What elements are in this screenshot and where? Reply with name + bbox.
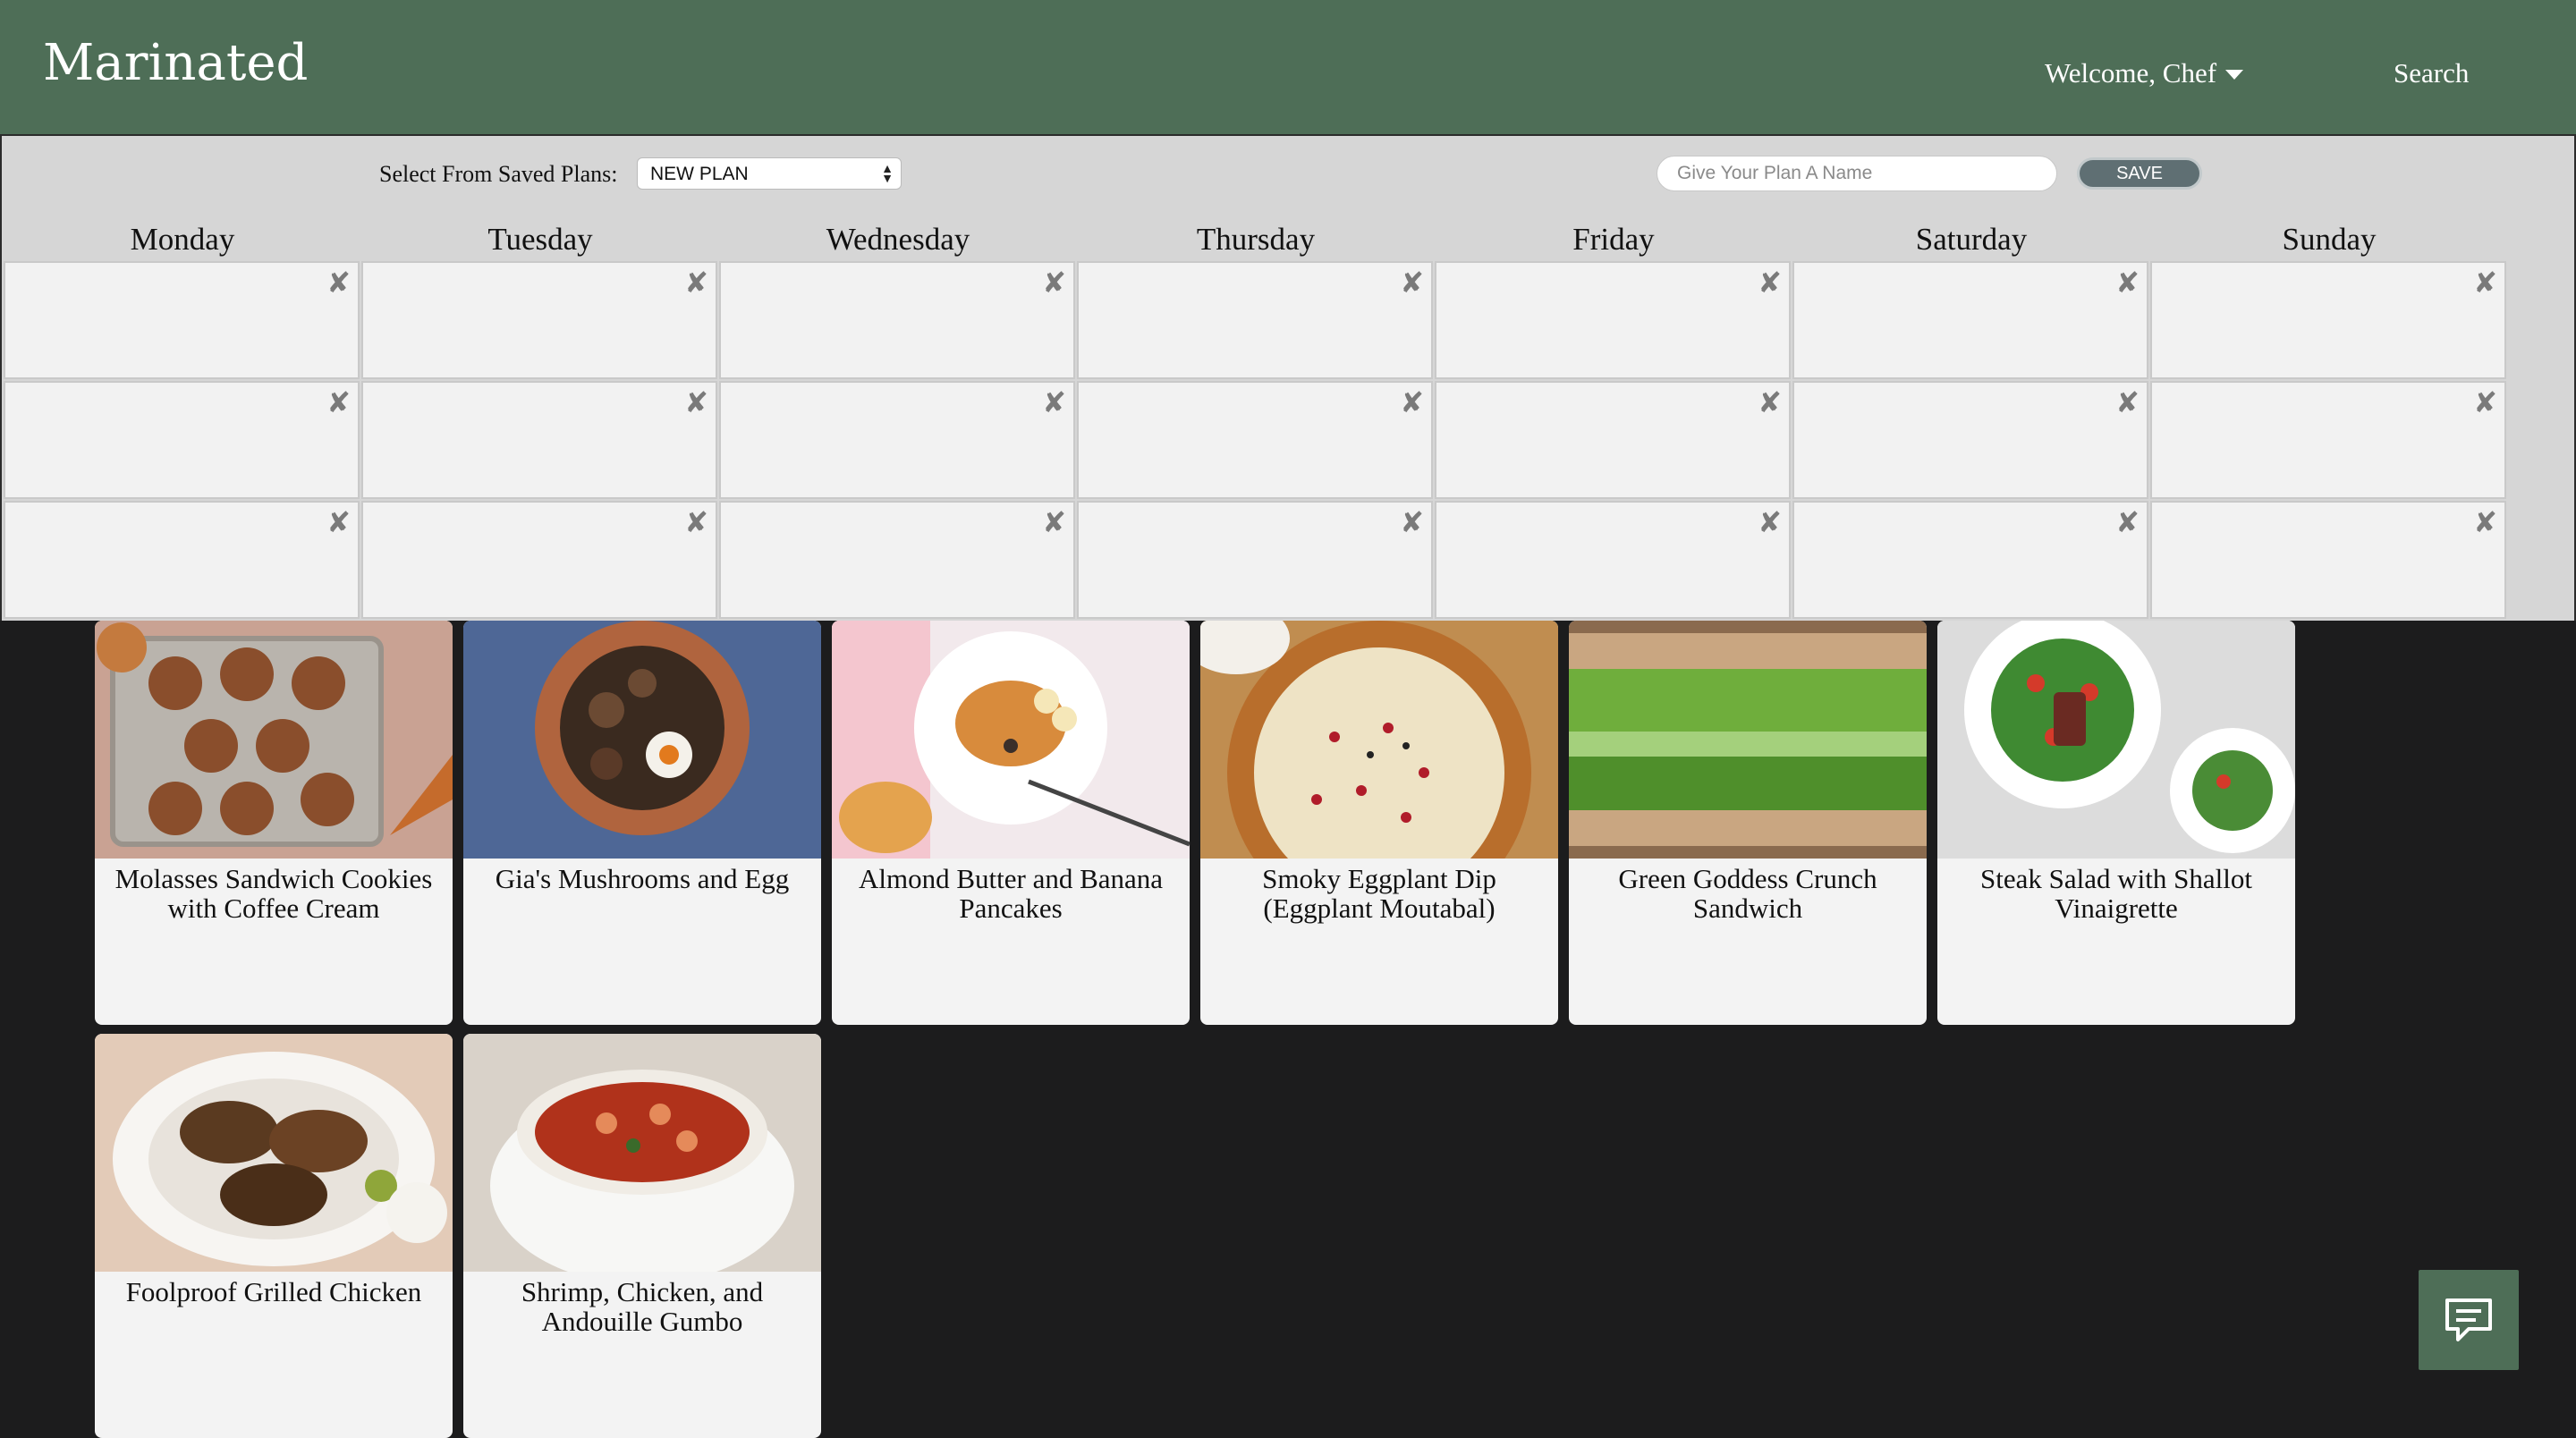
day-header-friday: Friday	[1572, 222, 1655, 257]
meal-slot-wednesday-1[interactable]: ✘	[719, 261, 1075, 379]
close-icon[interactable]: ✘	[2115, 388, 2140, 417]
recipe-card[interactable]: Gia's Mushrooms and Egg	[463, 621, 821, 1025]
recipe-image	[95, 621, 453, 859]
meal-slot-sunday-1[interactable]: ✘	[2150, 261, 2506, 379]
recipe-title: Steak Salad with Shallot Vinaigrette	[1980, 863, 2252, 924]
chevron-down-icon	[2225, 69, 2244, 80]
recipe-image	[832, 621, 1190, 859]
close-icon[interactable]: ✘	[2115, 508, 2140, 537]
meal-slot-saturday-2[interactable]: ✘	[1792, 381, 2148, 499]
recipe-image	[463, 1034, 821, 1272]
recipe-title: Smoky Eggplant Dip (Eggplant Moutabal)	[1262, 863, 1496, 924]
meal-slot-sunday-2[interactable]: ✘	[2150, 381, 2506, 499]
select-arrows-icon: ▲ ▼	[881, 161, 894, 185]
close-icon[interactable]: ✘	[1400, 388, 1424, 417]
recipe-image	[1200, 621, 1558, 859]
recipe-card[interactable]: Smoky Eggplant Dip (Eggplant Moutabal)	[1200, 621, 1558, 1025]
close-icon[interactable]: ✘	[1758, 508, 1782, 537]
recipe-title: Green Goddess Crunch Sandwich	[1618, 863, 1877, 924]
welcome-label: Welcome, Chef	[2045, 57, 2217, 89]
close-icon[interactable]: ✘	[2115, 268, 2140, 297]
meal-slot-monday-3[interactable]: ✘	[4, 501, 360, 619]
recipe-image	[95, 1034, 453, 1272]
close-icon[interactable]: ✘	[1400, 268, 1424, 297]
saved-plans-label: Select From Saved Plans:	[379, 161, 618, 187]
day-header-wednesday: Wednesday	[826, 222, 970, 257]
recipe-title: Shrimp, Chicken, and Andouille Gumbo	[521, 1276, 764, 1337]
recipe-card[interactable]: Molasses Sandwich Cookies with Coffee Cr…	[95, 621, 453, 1025]
recipe-title: Molasses Sandwich Cookies with Coffee Cr…	[114, 863, 433, 924]
day-header-monday: Monday	[130, 222, 235, 257]
close-icon[interactable]: ✘	[1042, 268, 1066, 297]
day-header-sunday: Sunday	[2282, 222, 2377, 257]
weekday-header-row: Monday Tuesday Wednesday Thursday Friday Satu…	[4, 222, 2508, 259]
close-icon[interactable]: ✘	[684, 508, 708, 537]
meal-slot-monday-1[interactable]: ✘	[4, 261, 360, 379]
recipe-title: Almond Butter and Banana Pancakes	[858, 863, 1164, 924]
chat-button[interactable]	[2419, 1270, 2519, 1370]
recipe-card[interactable]: Almond Butter and Banana Pancakes	[832, 621, 1190, 1025]
day-header-tuesday: Tuesday	[487, 222, 593, 257]
chat-icon	[2445, 1298, 2492, 1341]
recipe-card-list: Molasses Sandwich Cookies with Coffee Cr…	[0, 621, 2576, 1438]
meal-slot-saturday-1[interactable]: ✘	[1792, 261, 2148, 379]
close-icon[interactable]: ✘	[1042, 388, 1066, 417]
day-header-thursday: Thursday	[1196, 222, 1316, 257]
top-navbar: Marinated Welcome, Chef Search	[0, 0, 2576, 136]
meal-slot-thursday-3[interactable]: ✘	[1077, 501, 1433, 619]
saved-plans-select[interactable]: NEW PLAN ▲ ▼	[637, 157, 902, 190]
meal-slot-friday-3[interactable]: ✘	[1435, 501, 1791, 619]
recipe-image	[1569, 621, 1927, 859]
meal-slot-saturday-3[interactable]: ✘	[1792, 501, 2148, 619]
meal-slot-tuesday-1[interactable]: ✘	[361, 261, 717, 379]
recipe-title: Foolproof Grilled Chicken	[125, 1276, 422, 1307]
close-icon[interactable]: ✘	[2473, 268, 2497, 297]
meal-slot-tuesday-3[interactable]: ✘	[361, 501, 717, 619]
search-link[interactable]: Search	[2394, 57, 2469, 89]
recipe-card[interactable]: Shrimp, Chicken, and Andouille Gumbo	[463, 1034, 821, 1438]
close-icon[interactable]: ✘	[1042, 508, 1066, 537]
selected-plan-value: NEW PLAN	[650, 164, 749, 184]
recipe-title: Gia's Mushrooms and Egg	[495, 863, 790, 894]
day-header-saturday: Saturday	[1915, 222, 2028, 257]
recipe-image	[463, 621, 821, 859]
close-icon[interactable]: ✘	[2473, 388, 2497, 417]
meal-slot-tuesday-2[interactable]: ✘	[361, 381, 717, 499]
recipe-image	[1937, 621, 2295, 859]
brand-logo[interactable]: Marinated	[43, 34, 308, 92]
close-icon[interactable]: ✘	[684, 388, 708, 417]
save-button[interactable]: SAVE	[2077, 157, 2202, 190]
close-icon[interactable]: ✘	[326, 268, 351, 297]
close-icon[interactable]: ✘	[1758, 388, 1782, 417]
close-icon[interactable]: ✘	[1758, 268, 1782, 297]
meal-planner: Select From Saved Plans: NEW PLAN ▲▼ SAV…	[0, 136, 2576, 621]
user-menu-toggle[interactable]: Welcome, Chef	[2045, 57, 2244, 89]
meal-slot-thursday-1[interactable]: ✘	[1077, 261, 1433, 379]
meal-slot-wednesday-3[interactable]: ✘	[719, 501, 1075, 619]
meal-slot-friday-2[interactable]: ✘	[1435, 381, 1791, 499]
meal-slot-wednesday-2[interactable]: ✘	[719, 381, 1075, 499]
plan-name-input[interactable]	[1657, 156, 2057, 191]
recipe-card[interactable]: Green Goddess Crunch Sandwich	[1569, 621, 1927, 1025]
close-icon[interactable]: ✘	[326, 388, 351, 417]
close-icon[interactable]: ✘	[326, 508, 351, 537]
meal-slot-sunday-3[interactable]: ✘	[2150, 501, 2506, 619]
close-icon[interactable]: ✘	[1400, 508, 1424, 537]
meal-slot-thursday-2[interactable]: ✘	[1077, 381, 1433, 499]
close-icon[interactable]: ✘	[684, 268, 708, 297]
meal-slot-friday-1[interactable]: ✘	[1435, 261, 1791, 379]
close-icon[interactable]: ✘	[2473, 508, 2497, 537]
recipe-card[interactable]: Foolproof Grilled Chicken	[95, 1034, 453, 1438]
recipe-card[interactable]: Steak Salad with Shallot Vinaigrette	[1937, 621, 2295, 1025]
meal-slot-monday-2[interactable]: ✘	[4, 381, 360, 499]
